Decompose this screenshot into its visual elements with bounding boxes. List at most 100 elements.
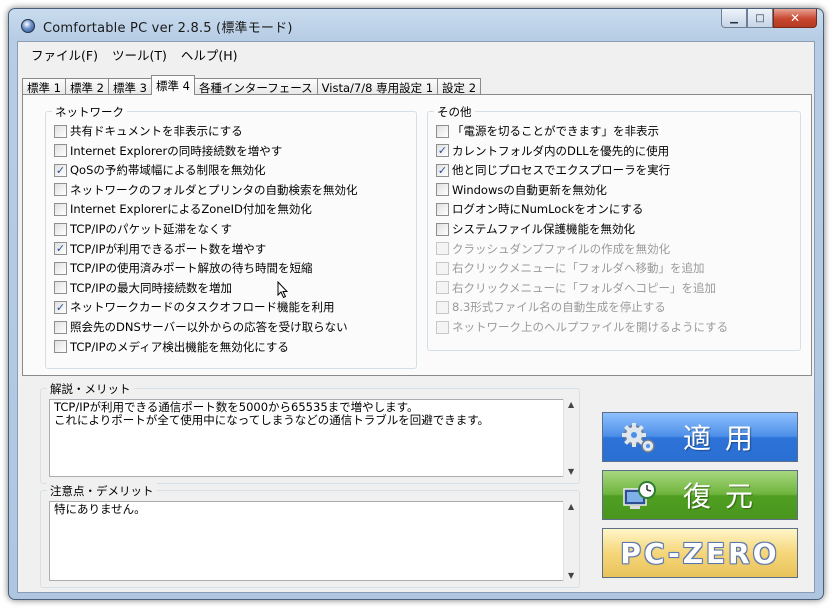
checkmark-icon[interactable]: ✓: [54, 163, 67, 177]
menu-tools[interactable]: ツール(T): [105, 42, 174, 63]
checkbox-box[interactable]: [436, 222, 449, 236]
checkbox-label: Internet ExplorerによるZoneID付加を無効化: [70, 202, 312, 217]
checkmark-icon[interactable]: ✓: [436, 163, 449, 177]
checkmark-icon[interactable]: ✓: [54, 242, 67, 256]
checkbox-label: 右クリックメニューに「フォルダへコピー」を追加: [452, 280, 717, 295]
close-button[interactable]: ✕: [773, 9, 817, 28]
checkbox-box[interactable]: [54, 281, 67, 295]
network-checkbox-2[interactable]: Internet Explorerの同時接続数を増やす: [54, 142, 282, 160]
caution-textarea[interactable]: 特にありません。: [49, 501, 577, 581]
network-checkbox-9[interactable]: TCP/IPの最大同時接続数を増加: [54, 279, 232, 297]
checkbox-label: 「電源を切ることができます」を非表示: [452, 124, 659, 138]
other-checkbox-6[interactable]: システムファイル保護機能を無効化: [436, 220, 635, 238]
other-checkbox-1[interactable]: 「電源を切ることができます」を非表示: [436, 122, 659, 140]
other-checkbox-4[interactable]: Windowsの自動更新を無効化: [436, 181, 607, 199]
caution-group: 注意点・デメリット 特にありません。 ▲ ▼: [40, 483, 580, 588]
checkbox-label: 共有ドキュメントを非表示にする: [70, 124, 243, 138]
checkmark-icon[interactable]: ✓: [436, 144, 449, 158]
checkbox-box[interactable]: [54, 144, 67, 158]
scroll-down-icon[interactable]: ▼: [568, 571, 574, 580]
checkbox-label: ネットワークのフォルダとプリンタの自動検索を無効化: [70, 182, 358, 197]
other-checkbox-3[interactable]: ✓ 他と同じプロセスでエクスプローラを実行: [436, 161, 670, 179]
other-group: その他 「電源を切ることができます」を非表示 ✓ カレントフォルダ内のDLLを優先的…: [427, 104, 801, 351]
network-checkbox-5[interactable]: Internet ExplorerによるZoneID付加を無効化: [54, 200, 312, 218]
scroll-down-icon[interactable]: ▼: [568, 467, 574, 476]
checkbox-box[interactable]: [54, 202, 67, 216]
other-checkbox-5[interactable]: ログオン時にNumLockをオンにする: [436, 200, 643, 218]
description-scrollbar[interactable]: ▲ ▼: [563, 399, 579, 477]
network-group: ネットワーク 共有ドキュメントを非表示にする Internet Explorerの…: [45, 104, 417, 369]
other-group-label: その他: [434, 104, 475, 120]
computer-clock-icon: [623, 481, 656, 509]
checkbox-label: クラッシュダンプファイルの作成を無効化: [452, 241, 671, 256]
checkbox-label: QoSの予約帯域幅による制限を無効化: [70, 163, 266, 178]
description-textarea[interactable]: TCP/IPが利用できる通信ポート数を5000から65535まで増やします。 こ…: [49, 399, 577, 477]
close-icon: ✕: [789, 11, 801, 25]
app-icon: [21, 19, 35, 33]
apply-button[interactable]: 適用: [602, 412, 798, 462]
network-checkbox-6[interactable]: TCP/IPのパケット延滞をなくす: [54, 220, 232, 238]
tab-panel: ネットワーク 共有ドキュメントを非表示にする Internet Explorerの…: [22, 94, 812, 376]
tab-vista-settings-1[interactable]: Vista/7/8 専用設定 1: [316, 78, 439, 95]
checkbox-box[interactable]: [436, 124, 449, 138]
checkbox-label: Windowsの自動更新を無効化: [452, 182, 607, 197]
client-area: ファイル(F) ツール(T) ヘルプ(H) 標準 1 標準 2 標準 3 標準 …: [17, 41, 815, 593]
minimize-icon: ▁: [730, 12, 738, 24]
network-checkbox-3[interactable]: ✓ QoSの予約帯域幅による制限を無効化: [54, 161, 266, 179]
scroll-up-icon[interactable]: ▲: [568, 400, 574, 409]
description-label: 解説・メリット: [47, 381, 134, 397]
maximize-button[interactable]: □: [747, 9, 773, 28]
checkbox-box[interactable]: [436, 202, 449, 216]
network-checkbox-1[interactable]: 共有ドキュメントを非表示にする: [54, 122, 243, 140]
checkbox-label: Internet Explorerの同時接続数を増やす: [70, 143, 283, 158]
checkbox-box: [436, 300, 449, 314]
checkbox-label: TCP/IPのパケット延滞をなくす: [70, 222, 233, 236]
main-window: Comfortable PC ver 2.8.5 (標準モード) ▁ □ ✕ フ…: [8, 8, 824, 600]
gear-icon: [622, 423, 655, 453]
minimize-button[interactable]: ▁: [721, 9, 747, 28]
network-checkbox-11[interactable]: 照会先のDNSサーバー以外からの応答を受け取らない: [54, 318, 348, 336]
network-checkbox-7[interactable]: ✓ TCP/IPが利用できるポート数を増やす: [54, 240, 266, 258]
checkbox-box[interactable]: [54, 320, 67, 334]
restore-button[interactable]: 復元: [602, 470, 798, 520]
checkbox-label: システムファイル保護機能を無効化: [452, 222, 635, 236]
tab-settings-2[interactable]: 設定 2: [437, 78, 482, 95]
tab-standard-3[interactable]: 標準 3: [107, 78, 152, 95]
other-checkbox-8: 右クリックメニューに「フォルダへ移動」を追加: [436, 259, 705, 277]
checkbox-box[interactable]: [54, 340, 67, 354]
menu-help[interactable]: ヘルプ(H): [174, 42, 245, 63]
scroll-up-icon[interactable]: ▲: [568, 502, 574, 511]
checkbox-box: [436, 320, 449, 334]
checkbox-box[interactable]: [54, 183, 67, 197]
network-checkbox-8[interactable]: TCP/IPの使用済みポート解放の待ち時間を短縮: [54, 259, 313, 277]
tab-standard-1[interactable]: 標準 1: [22, 78, 66, 95]
caution-scrollbar[interactable]: ▲ ▼: [563, 501, 579, 581]
checkbox-box[interactable]: [54, 261, 67, 275]
network-checkbox-12[interactable]: TCP/IPのメディア検出機能を無効化にする: [54, 338, 289, 356]
network-checkbox-4[interactable]: ネットワークのフォルダとプリンタの自動検索を無効化: [54, 181, 358, 199]
checkbox-box[interactable]: [54, 124, 67, 138]
tab-standard-4[interactable]: 標準 4: [150, 75, 195, 95]
checkbox-label: カレントフォルダ内のDLLを優先的に使用: [452, 143, 670, 158]
checkbox-label: TCP/IPの最大同時接続数を増加: [70, 280, 233, 295]
checkbox-box[interactable]: [436, 183, 449, 197]
tab-standard-2[interactable]: 標準 2: [64, 78, 109, 95]
pczero-button[interactable]: PC-ZERO: [602, 528, 798, 578]
menu-file[interactable]: ファイル(F): [24, 42, 105, 63]
mouse-cursor-icon: [277, 281, 289, 299]
tab-interfaces[interactable]: 各種インターフェース: [193, 78, 318, 95]
network-checkbox-10[interactable]: ✓ ネットワークカードのタスクオフロード機能を利用: [54, 298, 335, 316]
caution-label: 注意点・デメリット: [47, 483, 157, 499]
checkbox-label: TCP/IPが利用できるポート数を増やす: [70, 241, 267, 256]
title-bar[interactable]: Comfortable PC ver 2.8.5 (標準モード) ▁ □ ✕: [9, 9, 823, 41]
checkbox-box: [436, 242, 449, 256]
checkbox-label: ネットワークカードのタスクオフロード機能を利用: [70, 300, 335, 315]
checkbox-box[interactable]: [54, 222, 67, 236]
checkbox-label: ネットワーク上のヘルプファイルを開けるようにする: [452, 320, 729, 334]
caption-buttons: ▁ □ ✕: [721, 9, 817, 29]
checkbox-box: [436, 281, 449, 295]
tab-strip: 標準 1 標準 2 標準 3 標準 4 各種インターフェース Vista/7/8…: [22, 75, 482, 95]
other-checkbox-2[interactable]: ✓ カレントフォルダ内のDLLを優先的に使用: [436, 142, 669, 160]
checkmark-icon[interactable]: ✓: [54, 300, 67, 314]
checkbox-label: 右クリックメニューに「フォルダへ移動」を追加: [452, 261, 705, 276]
